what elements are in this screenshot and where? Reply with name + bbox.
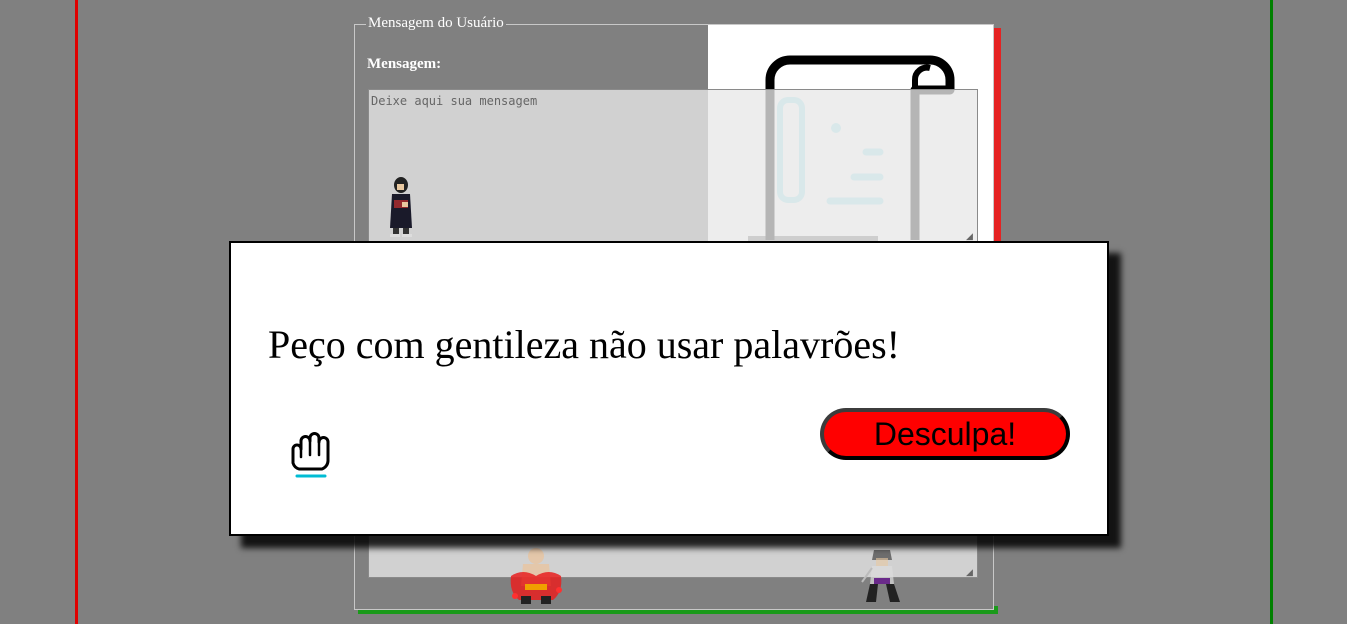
message-label: Mensagem:: [367, 56, 442, 72]
ninja-sprite-icon: [390, 177, 412, 237]
dialog-message: Peço com gentileza não usar palavrões!: [268, 322, 900, 367]
form-red-shadow: [993, 28, 1001, 248]
swordsman-sprite-icon: [861, 550, 900, 602]
profanity-warning-dialog: Peço com gentileza não usar palavrões! D…: [229, 241, 1109, 536]
page: Mensagem do Usuário Mensagem: ◢ ◢: [0, 0, 1347, 624]
left-red-border: [75, 0, 78, 624]
textarea-resize-grip[interactable]: ◢: [966, 568, 973, 577]
sorry-button[interactable]: Desculpa!: [820, 408, 1070, 460]
fieldset-legend: Mensagem do Usuário: [366, 14, 506, 32]
textarea-resize-grip-top: ◢: [966, 231, 973, 241]
raised-fist-icon: [291, 432, 330, 478]
right-green-border: [1270, 0, 1273, 624]
fire-fighter-sprite-icon: [510, 548, 562, 604]
